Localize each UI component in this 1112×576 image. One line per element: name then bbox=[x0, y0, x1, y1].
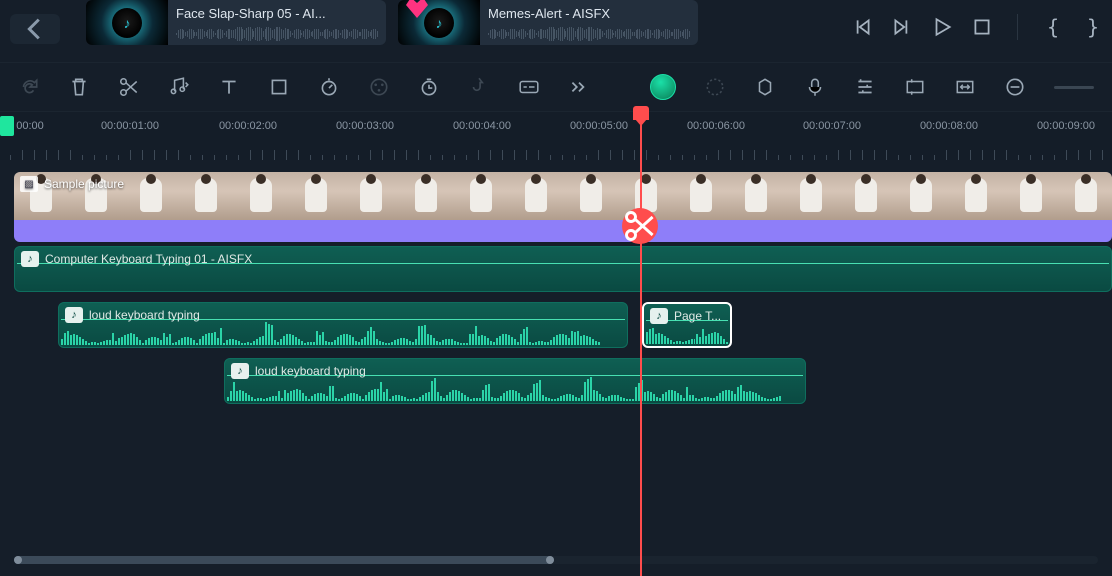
marker-button[interactable] bbox=[754, 76, 776, 98]
ruler-timecode: 00:00:04:00 bbox=[453, 120, 511, 132]
speed-button[interactable] bbox=[318, 76, 340, 98]
video-track: ▨ Sample picture bbox=[0, 172, 1112, 242]
mark-in-button[interactable]: { bbox=[1042, 16, 1064, 38]
media-title: Memes-Alert - AISFX bbox=[488, 6, 690, 21]
timeline-tracks[interactable]: ▨ Sample picture ♪ Computer Keyboard Typ… bbox=[0, 160, 1112, 570]
split-at-playhead-button[interactable] bbox=[622, 208, 658, 244]
stop-button[interactable] bbox=[971, 16, 993, 38]
image-icon: ▨ bbox=[20, 176, 38, 192]
beats-button[interactable] bbox=[168, 76, 190, 98]
prev-frame-button[interactable] bbox=[851, 16, 873, 38]
video-clip-label: Sample picture bbox=[44, 177, 124, 191]
ruler-timecode: 00:00:07:00 bbox=[803, 120, 861, 132]
caption-button[interactable] bbox=[518, 76, 540, 98]
redo-button[interactable] bbox=[18, 76, 40, 98]
music-icon: ♪ bbox=[231, 363, 249, 379]
audio-track-2: ♪ loud keyboard typing ♪ Page T... bbox=[0, 302, 1112, 354]
ruler-handle-icon[interactable] bbox=[0, 116, 14, 136]
play-button[interactable] bbox=[931, 16, 953, 38]
audio-clip-1[interactable]: ♪ Computer Keyboard Typing 01 - AISFX bbox=[14, 246, 1112, 292]
ruler-timecode: 00:00:06:00 bbox=[687, 120, 745, 132]
zoom-out-button[interactable] bbox=[1004, 76, 1026, 98]
mark-out-button[interactable]: } bbox=[1082, 16, 1104, 38]
scissors-icon bbox=[622, 208, 658, 244]
split-button[interactable] bbox=[118, 76, 140, 98]
render-button[interactable] bbox=[704, 76, 726, 98]
ruler-timecode: 00:00:03:00 bbox=[336, 120, 394, 132]
voiceover-button[interactable] bbox=[804, 76, 826, 98]
ai-button[interactable] bbox=[650, 74, 676, 100]
music-icon: ♪ bbox=[21, 251, 39, 267]
delete-button[interactable] bbox=[68, 76, 90, 98]
adjust-button[interactable] bbox=[904, 76, 926, 98]
mixer-button[interactable] bbox=[854, 76, 876, 98]
playback-controls: { } bbox=[851, 14, 1112, 40]
audio-clip-2b[interactable]: ♪ Page T... bbox=[642, 302, 732, 348]
timeline-toolbar bbox=[0, 62, 1112, 112]
video-audio-strip bbox=[14, 220, 1112, 242]
text-button[interactable] bbox=[218, 76, 240, 98]
ruler-timecode: 00:00:01:00 bbox=[101, 120, 159, 132]
playhead-handle-icon[interactable] bbox=[633, 106, 649, 120]
audio-clip-label: loud keyboard typing bbox=[255, 364, 366, 378]
music-icon: ♪ bbox=[650, 308, 668, 324]
time-ruler[interactable]: 00:00 00:00:01:00 00:00:02:00 00:00:03:00 00… bbox=[0, 112, 1112, 160]
audio-clip-label: loud keyboard typing bbox=[89, 308, 200, 322]
video-clip[interactable]: ▨ Sample picture bbox=[14, 172, 1112, 242]
timer-button[interactable] bbox=[418, 76, 440, 98]
ruler-timecode: 00:00 bbox=[16, 120, 44, 132]
scrollbar-thumb[interactable] bbox=[14, 556, 554, 564]
ruler-timecode: 00:00:08:00 bbox=[920, 120, 978, 132]
horizontal-scrollbar[interactable] bbox=[14, 556, 1098, 564]
media-clip-2[interactable]: ♪ Memes-Alert - AISFX bbox=[398, 0, 698, 45]
mini-waveform bbox=[176, 27, 378, 41]
music-note-icon: ♪ bbox=[424, 8, 454, 38]
ruler-timecode: 00:00:05:00 bbox=[570, 120, 628, 132]
audio-track-1: ♪ Computer Keyboard Typing 01 - AISFX bbox=[0, 246, 1112, 298]
mini-waveform bbox=[488, 27, 690, 41]
audio-clip-3[interactable]: ♪ loud keyboard typing bbox=[224, 358, 806, 404]
media-title: Face Slap-Sharp 05 - AI... bbox=[176, 6, 378, 21]
more-button[interactable] bbox=[568, 76, 590, 98]
media-thumbnail: ♪ bbox=[86, 0, 168, 45]
ruler-timecode: 00:00:02:00 bbox=[219, 120, 277, 132]
back-button[interactable] bbox=[10, 14, 60, 44]
reverse-button[interactable] bbox=[468, 76, 490, 98]
audio-clip-label: Computer Keyboard Typing 01 - AISFX bbox=[45, 252, 252, 266]
fit-button[interactable] bbox=[954, 76, 976, 98]
audio-clip-2a[interactable]: ♪ loud keyboard typing bbox=[58, 302, 628, 348]
music-icon: ♪ bbox=[65, 307, 83, 323]
media-clip-1[interactable]: ♪ Face Slap-Sharp 05 - AI... bbox=[86, 0, 386, 45]
ruler-timecode: 00:00:09:00 bbox=[1037, 120, 1095, 132]
zoom-slider[interactable] bbox=[1054, 86, 1094, 89]
next-frame-button[interactable] bbox=[891, 16, 913, 38]
crop-button[interactable] bbox=[268, 76, 290, 98]
audio-track-3: ♪ loud keyboard typing bbox=[0, 358, 1112, 410]
music-note-icon: ♪ bbox=[112, 8, 142, 38]
chevron-left-icon bbox=[10, 14, 60, 44]
color-button[interactable] bbox=[368, 76, 390, 98]
playhead[interactable] bbox=[640, 112, 642, 576]
audio-clip-label: Page T... bbox=[674, 309, 721, 323]
